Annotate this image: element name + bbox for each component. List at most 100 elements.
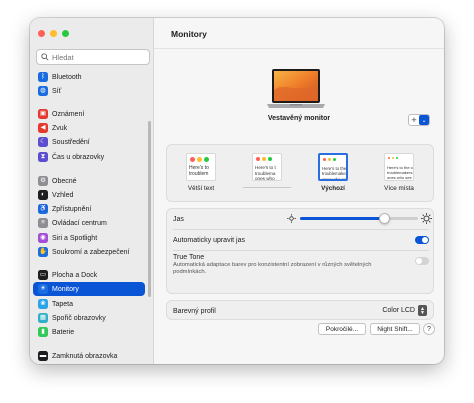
page-title: Monitory (171, 29, 207, 39)
sound-icon: ◀ (38, 123, 48, 133)
appearance-icon: ◐ (38, 190, 48, 200)
night-shift-button[interactable]: Night Shift... (370, 323, 420, 335)
notifications-icon: ▣ (38, 109, 48, 119)
battery-icon: ▮ (38, 327, 48, 337)
sidebar-item-screensaver[interactable]: ▦ Spořič obrazovky (33, 311, 145, 325)
sidebar-item-general[interactable]: ⚙ Obecné (33, 174, 145, 188)
resolution-thumbnail: Here's to t troublema ones who (252, 153, 282, 181)
true-tone-row: True Tone Automatická adaptace barev pro… (173, 254, 403, 276)
plus-icon[interactable]: + (409, 115, 419, 125)
resolution-label: Více místa (384, 185, 414, 192)
control-center-icon: ≡ (38, 218, 48, 228)
sidebar-item-desktop-dock[interactable]: ▭ Plocha a Dock (33, 268, 145, 282)
sidebar-item-label: Soustředění (52, 138, 90, 146)
sidebar-item-label: Plocha a Dock (52, 271, 98, 279)
sidebar-item-notifications[interactable]: ▣ Oznámení (33, 107, 145, 121)
sidebar-item-label: Obecné (52, 177, 77, 185)
sidebar-item-label: Zpřístupnění (52, 205, 92, 213)
brightness-panel: Jas Automaticky upravit jas True Tone Au… (166, 208, 434, 294)
bluetooth-icon: ᛒ (38, 72, 48, 82)
siri-icon: ◉ (38, 233, 48, 243)
accessibility-icon: ♿ (38, 204, 48, 214)
displays-sun-icon: ☀ (38, 284, 48, 294)
sidebar-item-label: Tapeta (52, 300, 74, 308)
divider (154, 48, 444, 49)
sidebar-item-battery[interactable]: ▮ Baterie (33, 325, 145, 339)
sidebar-nav: ᛒ Bluetooth ◍ Síť ▣ Oznámení ◀ Zvuk ☾ Soustředění… (33, 18, 145, 364)
resolution-option[interactable]: Here's to the crazy o troublemakers. The… (373, 153, 425, 203)
sidebar-scrollbar[interactable] (148, 121, 151, 297)
chevron-down-icon[interactable]: ⌄ (419, 115, 429, 125)
resolution-sample-text: Here's to the cr troublemakers. ones who… (322, 166, 348, 181)
screensaver-icon: ▦ (38, 313, 48, 323)
sun-small-icon (287, 214, 296, 223)
sidebar-item-control-center[interactable]: ≡ Ovládací centrum (33, 216, 145, 230)
sidebar-item-screen-time[interactable]: ⧗ Čas u obrazovky (33, 150, 145, 164)
sun-large-icon (421, 213, 432, 224)
resolution-option[interactable]: Here's to troublem Větší text (175, 153, 227, 203)
sidebar-item-label: Soukromí a zabezpečení (52, 248, 130, 256)
network-icon: ◍ (38, 86, 48, 96)
resolution-option[interactable]: Here's to t troublema ones who (241, 153, 293, 203)
wallpaper-icon: ❀ (38, 299, 48, 309)
sidebar-item-label: Oznámení (52, 110, 85, 118)
settings-window: ᛒ Bluetooth ◍ Síť ▣ Oznámení ◀ Zvuk ☾ Soustředění… (30, 18, 444, 364)
true-tone-toggle[interactable] (415, 257, 429, 265)
resolution-sample-text: Here's to t troublema ones who (255, 165, 276, 181)
color-profile-select[interactable]: Color LCD ▲ ▼ (382, 305, 427, 316)
sidebar-item-accessibility[interactable]: ♿ Zpřístupnění (33, 202, 145, 216)
laptop-monitor-image (267, 69, 325, 108)
add-display-popup[interactable]: + ⌄ (408, 114, 430, 126)
sidebar-item-label: Baterie (52, 328, 75, 336)
auto-brightness-toggle[interactable] (415, 236, 429, 244)
brightness-slider-fill (300, 217, 385, 220)
sidebar-item-network[interactable]: ◍ Síť (33, 84, 145, 98)
color-profile-value: Color LCD (382, 307, 415, 314)
sidebar-item-label: Čas u obrazovky (52, 153, 105, 161)
privacy-hand-icon: ✋ (38, 247, 48, 257)
resolution-option[interactable]: Here's to the cr troublemakers. ones who… (307, 153, 359, 203)
sidebar-item-label: Ovládací centrum (52, 219, 107, 227)
sidebar-item-label: Monitory (52, 285, 79, 293)
auto-brightness-row: Automaticky upravit jas (167, 230, 435, 250)
resolution-sample-text: Here's to the crazy o troublemakers. The… (387, 165, 414, 180)
brightness-slider[interactable] (300, 213, 418, 224)
brightness-label: Jas (173, 215, 184, 223)
sidebar-item-label: Síť (52, 87, 62, 95)
resolution-thumbnail: Here's to the cr troublemakers. ones who… (318, 153, 348, 181)
sidebar-item-label: Bluetooth (52, 73, 82, 81)
screen-time-icon: ⧗ (38, 152, 48, 162)
advanced-button[interactable]: Pokročilé... (318, 323, 366, 335)
sidebar-item-wallpaper[interactable]: ❀ Tapeta (33, 297, 145, 311)
sidebar-item-focus[interactable]: ☾ Soustředění (33, 135, 145, 149)
sidebar-item-displays-sun[interactable]: ☀ Monitory (33, 282, 145, 296)
sidebar-item-sound[interactable]: ◀ Zvuk (33, 121, 145, 135)
sidebar-item-privacy-hand[interactable]: ✋ Soukromí a zabezpečení (33, 245, 145, 259)
auto-brightness-label: Automaticky upravit jas (173, 236, 245, 244)
general-icon: ⚙ (38, 176, 48, 186)
desktop-dock-icon: ▭ (38, 270, 48, 280)
monitor-name: Vestavěný monitor (267, 115, 331, 122)
chevron-updown-icon: ▲ ▼ (418, 305, 427, 316)
focus-icon: ☾ (38, 137, 48, 147)
color-profile-panel: Barevný profil Color LCD ▲ ▼ (166, 300, 434, 320)
sidebar-item-label: Siri a Spotlight (52, 234, 98, 242)
resolution-label: Větší text (187, 185, 215, 192)
resolution-label: Výchozí (321, 185, 345, 192)
main-pane: Monitory Vestavěný monitor + ⌄ Here's to… (154, 18, 444, 364)
divider (173, 250, 429, 251)
sidebar-item-label: Zvuk (52, 124, 68, 132)
sidebar: ᛒ Bluetooth ◍ Síť ▣ Oznámení ◀ Zvuk ☾ Soustředění… (30, 18, 154, 364)
sidebar-item-label: Spořič obrazovky (52, 314, 106, 322)
sidebar-item-siri[interactable]: ◉ Siri a Spotlight (33, 231, 145, 245)
sidebar-item-appearance[interactable]: ◐ Vzhled (33, 188, 145, 202)
true-tone-label: True Tone (173, 254, 205, 261)
sidebar-item-bluetooth[interactable]: ᛒ Bluetooth (33, 70, 145, 84)
true-tone-description: Automatická adaptace barev pro konzisten… (173, 262, 372, 275)
resolution-underline (243, 187, 291, 188)
resolution-thumbnail: Here's to troublem (186, 153, 216, 181)
sidebar-item-lock-screen[interactable]: ▬ Zamknutá obrazovka (33, 349, 145, 363)
sidebar-item-label: Vzhled (52, 191, 74, 199)
lock-screen-icon: ▬ (38, 351, 48, 361)
help-button[interactable]: ? (423, 323, 435, 335)
